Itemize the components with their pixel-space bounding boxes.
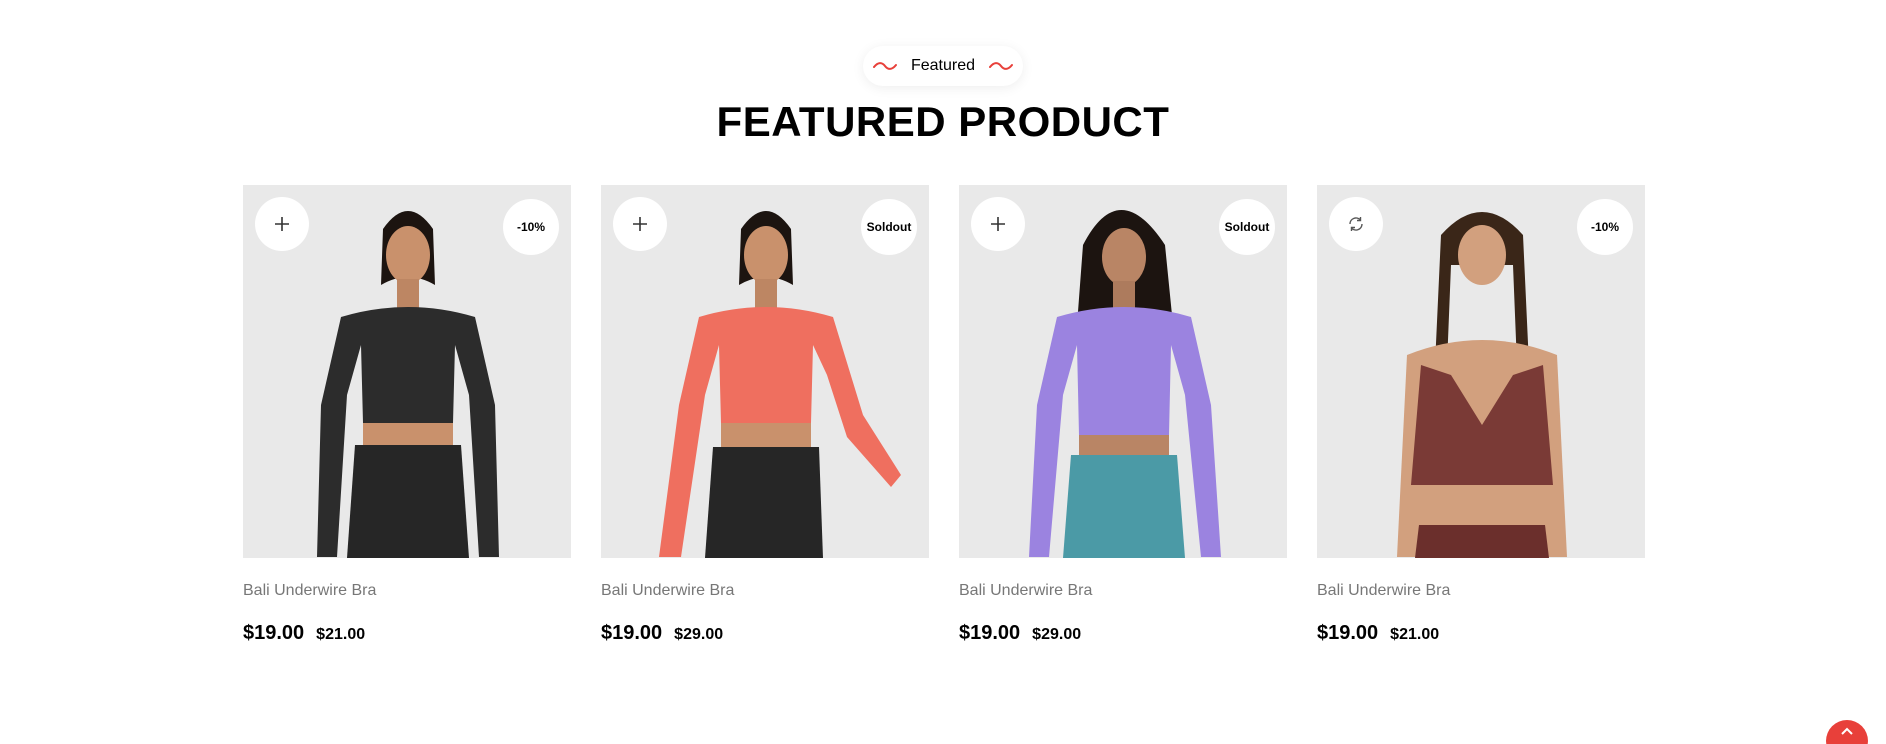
product-name[interactable]: Bali Underwire Bra: [959, 582, 1287, 600]
scroll-top-button[interactable]: [1826, 720, 1868, 744]
squiggle-left-icon: [872, 62, 897, 70]
product-name[interactable]: Bali Underwire Bra: [1317, 582, 1645, 600]
bottoms: [1063, 455, 1185, 558]
plus-icon: [991, 217, 1005, 231]
product-prices: $19.00 $29.00: [601, 622, 929, 645]
eyebrow-label: Featured: [910, 57, 976, 74]
product-prices: $19.00 $21.00: [1317, 622, 1645, 645]
squiggle-right-icon: [989, 62, 1014, 70]
soldout-badge: Soldout: [861, 199, 917, 255]
chevron-up-icon: [1841, 727, 1853, 735]
neck: [1113, 281, 1135, 309]
plus-icon: [275, 217, 289, 231]
section-title: FEATURED PRODUCT: [716, 98, 1170, 145]
add-to-cart-button[interactable]: [971, 197, 1025, 251]
product-price: $19.00: [1317, 622, 1379, 644]
bottoms: [705, 447, 823, 558]
face: [386, 226, 430, 284]
discount-badge: -10%: [1577, 199, 1633, 255]
product-image[interactable]: Soldout: [959, 185, 1287, 558]
featured-product-section: Featured FEATURED PRODUCT -10% Bali Unde…: [0, 0, 1886, 744]
product-old-price: $29.00: [674, 626, 724, 643]
face: [1458, 225, 1506, 285]
product-price: $19.00: [601, 622, 663, 644]
product-grid: -10% Bali Underwire Bra $19.00 $21.00 So…: [243, 185, 1645, 645]
product-old-price: $21.00: [1390, 626, 1440, 643]
refresh-icon: [1349, 217, 1363, 231]
bottoms: [347, 445, 469, 558]
product-card: -10% Bali Underwire Bra $19.00 $21.00: [1317, 185, 1645, 645]
midriff: [1079, 435, 1169, 455]
face: [744, 226, 788, 284]
product-card: Soldout Bali Underwire Bra $19.00 $29.00: [959, 185, 1287, 645]
midriff: [363, 423, 453, 445]
discount-badge: -10%: [503, 199, 559, 255]
product-prices: $19.00 $29.00: [959, 622, 1287, 645]
product-old-price: $21.00: [316, 626, 366, 643]
add-to-cart-button[interactable]: [613, 197, 667, 251]
product-image[interactable]: -10%: [1317, 185, 1645, 558]
compare-button[interactable]: [1329, 197, 1383, 251]
product-prices: $19.00 $21.00: [243, 622, 571, 645]
add-to-cart-button[interactable]: [255, 197, 309, 251]
neck: [755, 279, 777, 309]
neck: [397, 279, 419, 309]
product-price: $19.00: [959, 622, 1021, 644]
product-card: -10% Bali Underwire Bra $19.00 $21.00: [243, 185, 571, 645]
product-image[interactable]: Soldout: [601, 185, 929, 558]
product-card: Soldout Bali Underwire Bra $19.00 $29.00: [601, 185, 929, 645]
face: [1102, 228, 1146, 286]
section-eyebrow: Featured: [863, 46, 1023, 86]
plus-icon: [633, 217, 647, 231]
bottoms: [1415, 525, 1549, 558]
product-price: $19.00: [243, 622, 305, 644]
product-name[interactable]: Bali Underwire Bra: [243, 582, 571, 600]
product-image[interactable]: -10%: [243, 185, 571, 558]
product-name[interactable]: Bali Underwire Bra: [601, 582, 929, 600]
soldout-badge: Soldout: [1219, 199, 1275, 255]
product-old-price: $29.00: [1032, 626, 1082, 643]
midriff: [721, 423, 811, 447]
